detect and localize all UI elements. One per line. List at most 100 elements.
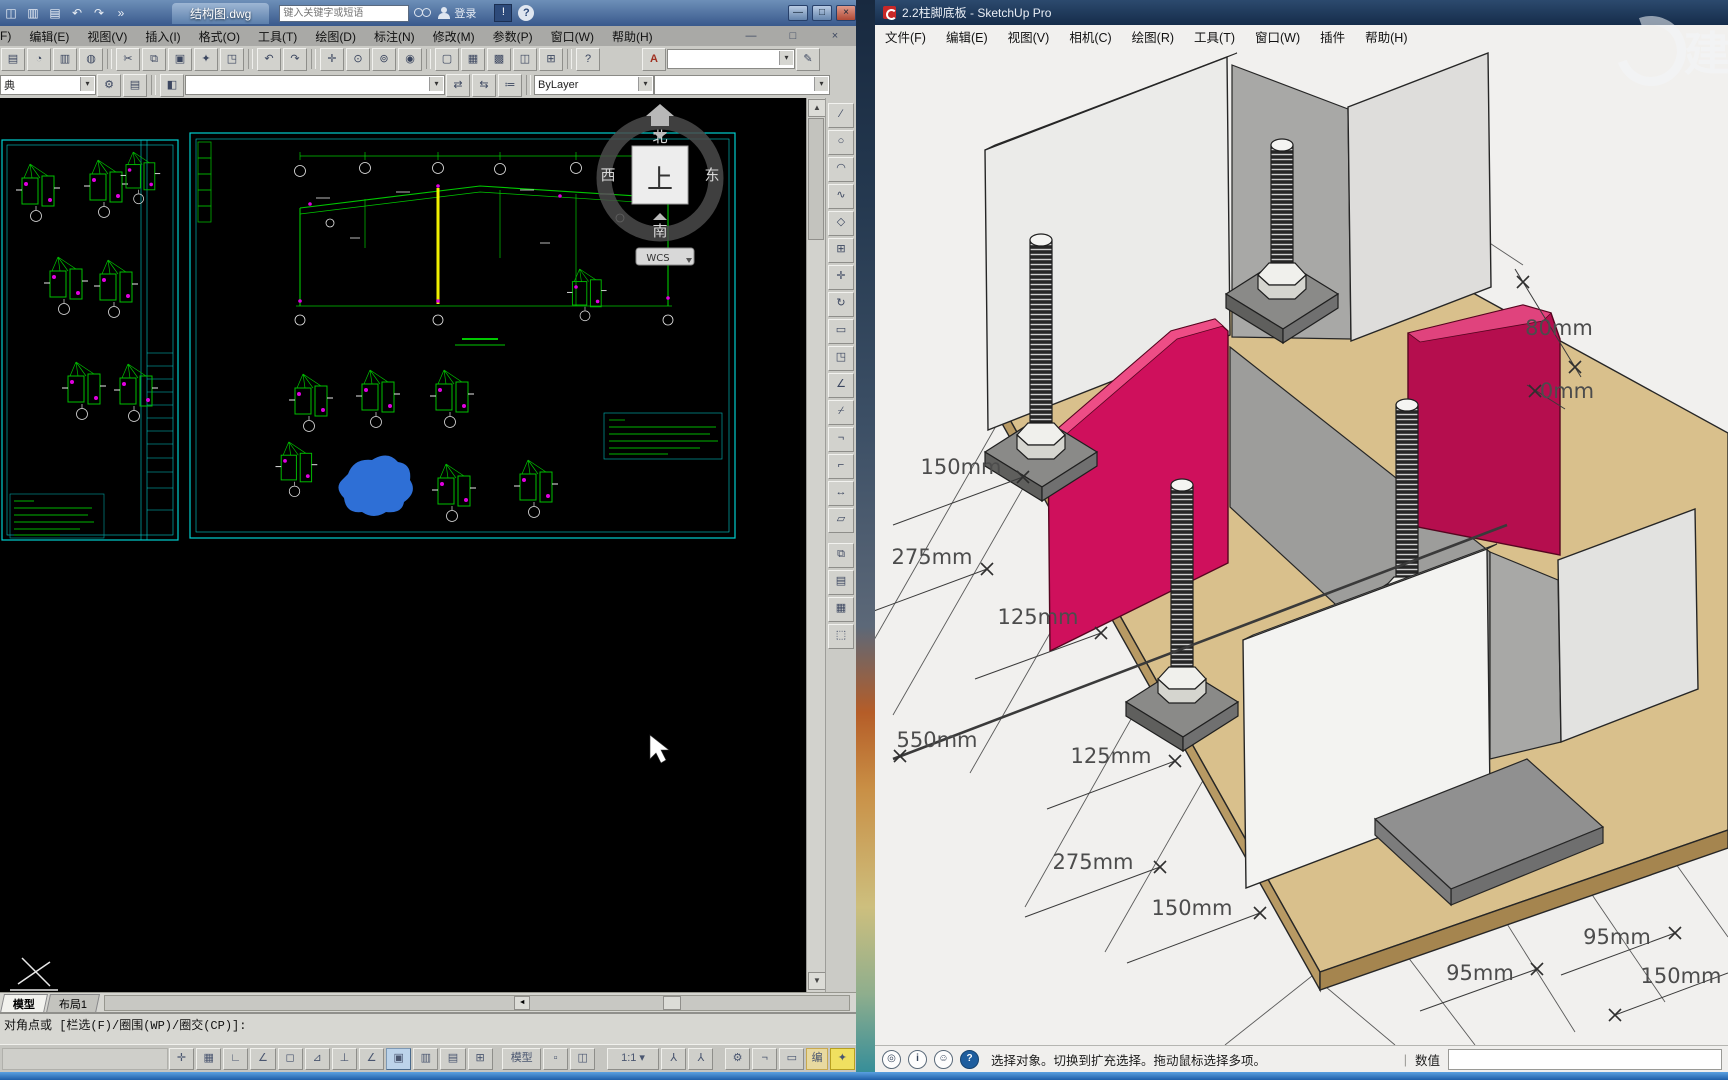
tb-layer-states-icon[interactable]: ⇆ xyxy=(472,74,496,97)
view-compass[interactable]: 上 北 南 西 东 WCS xyxy=(600,104,719,265)
tb-layer-isolate-icon[interactable]: ≔ xyxy=(498,74,522,97)
claim-credit-icon[interactable]: ☺ xyxy=(934,1050,953,1069)
su-menu-file[interactable]: 文件(F) xyxy=(875,27,936,46)
qat-plot-icon[interactable]: ▤ xyxy=(45,4,65,22)
tb-paste-icon[interactable]: ▣ xyxy=(168,48,192,71)
rt-chamfer-icon[interactable]: ¬ xyxy=(828,427,854,452)
rt-scale-icon[interactable]: ↻ xyxy=(828,292,854,317)
lwt-toggle[interactable]: ▣ xyxy=(386,1048,411,1070)
lock-ui-icon[interactable]: ¬ xyxy=(752,1048,777,1070)
menu-help[interactable]: 帮助(H) xyxy=(603,28,662,45)
ime-badge[interactable]: 编 xyxy=(806,1048,827,1070)
command-line[interactable]: 对角点或 [栏选(F)/圈围(WP)/圈交(CP)]: xyxy=(0,1012,856,1044)
tb-undo-icon[interactable]: ↶ xyxy=(257,48,281,71)
tb-layer-prev-icon[interactable]: ⇄ xyxy=(446,74,470,97)
tb-help-icon[interactable]: ? xyxy=(576,48,600,71)
tb-workspace-save-icon[interactable]: ▤ xyxy=(123,74,147,97)
qat-new-icon[interactable]: ◫ xyxy=(1,4,21,22)
tb-layer-properties-icon[interactable]: ◧ xyxy=(160,74,184,97)
tab-model[interactable]: 模型 xyxy=(0,994,48,1013)
statusbar-gear-icon[interactable]: ⚙ xyxy=(725,1048,750,1070)
menu-dimension[interactable]: 标注(N) xyxy=(365,28,424,45)
canvas-vscrollbar[interactable]: ▲ ▼ xyxy=(806,98,825,992)
window-minimize-button[interactable]: — xyxy=(788,5,808,21)
rt-move-icon[interactable]: ⊞ xyxy=(828,238,854,263)
annotation-scale-button[interactable]: 1:1 ▾ xyxy=(607,1048,659,1070)
rt-join-icon[interactable]: ↔ xyxy=(828,481,854,506)
grid-toggle[interactable]: ▦ xyxy=(196,1048,221,1070)
menu-format[interactable]: 格式(O) xyxy=(190,28,249,45)
polar-toggle[interactable]: ∠ xyxy=(250,1048,275,1070)
doc-close-button[interactable]: × xyxy=(815,26,855,47)
workspace-dropdown[interactable]: 典▾ xyxy=(0,75,96,95)
quickview-layouts-icon[interactable]: ▫ xyxy=(543,1048,568,1070)
tb-annotation-icon[interactable]: A xyxy=(642,48,666,71)
rt-extend-icon[interactable]: ∠ xyxy=(828,373,854,398)
tb-3dconnect-icon[interactable]: ◍ xyxy=(79,48,103,71)
rt-erase-icon[interactable]: ∕ xyxy=(828,103,854,128)
window-close-button[interactable]: × xyxy=(836,5,856,21)
ortho-toggle[interactable]: ∟ xyxy=(223,1048,248,1070)
menu-parametric[interactable]: 参数(P) xyxy=(484,28,542,45)
exchange-badge-icon[interactable]: ! xyxy=(494,4,512,22)
qat-overflow-icon[interactable]: » xyxy=(111,4,131,22)
su-menu-plugins[interactable]: 插件 xyxy=(1310,27,1355,46)
su-menu-tools[interactable]: 工具(T) xyxy=(1184,27,1245,46)
signin-link[interactable]: 登录 xyxy=(454,5,476,21)
tb-toolpalettes-icon[interactable]: ▩ xyxy=(487,48,511,71)
tb-matchprops-icon[interactable]: ✦ xyxy=(194,48,218,71)
su-menu-edit[interactable]: 编辑(E) xyxy=(936,27,998,46)
su-menu-camera[interactable]: 相机(C) xyxy=(1059,27,1121,46)
color-control-dropdown[interactable]: ByLayer▾ xyxy=(534,75,654,95)
canvas-hscrollbar[interactable]: ◄ xyxy=(104,995,850,1011)
menu-tools[interactable]: 工具(T) xyxy=(249,28,306,45)
sc-toggle[interactable]: ⊞ xyxy=(468,1048,493,1070)
tb-copy-icon[interactable]: ⧉ xyxy=(142,48,166,71)
model-space-button[interactable]: 模型 xyxy=(502,1048,541,1070)
help-icon[interactable]: ? xyxy=(518,5,534,21)
cleanscreen-icon[interactable]: ▭ xyxy=(779,1048,804,1070)
sketchup-titlebar[interactable]: 2.2柱脚底板 - SketchUp Pro xyxy=(875,0,1728,25)
tb-zoom-window-icon[interactable]: ⊚ xyxy=(372,48,396,71)
tb-calculator-icon[interactable]: ⊞ xyxy=(539,48,563,71)
hscroll-left-icon[interactable]: ◄ xyxy=(514,996,530,1010)
qp-toggle[interactable]: ▤ xyxy=(440,1048,465,1070)
rt-break-icon[interactable]: ⌿ xyxy=(828,400,854,425)
autocad-model-space[interactable]: 上 北 南 西 东 WCS xyxy=(0,98,806,992)
rt-explode-icon[interactable]: ▱ xyxy=(828,508,854,533)
tb-blockeditor-icon[interactable]: ◳ xyxy=(220,48,244,71)
vscroll-thumb[interactable] xyxy=(808,118,824,240)
menu-edit[interactable]: 编辑(E) xyxy=(20,28,78,45)
qat-save-icon[interactable]: ▥ xyxy=(23,4,43,22)
osnap-toggle[interactable]: ◻ xyxy=(278,1048,303,1070)
rt-trim-icon[interactable]: ◳ xyxy=(828,346,854,371)
compass-south[interactable]: 南 xyxy=(652,222,667,240)
menu-draw[interactable]: 绘图(D) xyxy=(306,28,365,45)
tb-preview-icon[interactable]: ◔ xyxy=(27,48,51,71)
sketchup-viewport[interactable]: 80mm 0mm 150mm 275mm 125mm 550mm 125mm 2… xyxy=(875,47,1728,1045)
layer-dropdown[interactable]: ▾ xyxy=(185,75,445,95)
binoculars-icon[interactable] xyxy=(414,7,430,19)
highlighted-tool-icon[interactable]: ✦ xyxy=(830,1048,855,1070)
measurement-input[interactable] xyxy=(1448,1049,1722,1070)
linetype-control-dropdown[interactable]: ▾ xyxy=(654,75,830,95)
window-restore-button[interactable]: □ xyxy=(812,5,832,21)
rt-text-icon[interactable]: ▦ xyxy=(828,597,854,622)
menu-file[interactable]: F) xyxy=(0,29,20,43)
autoscale-icon[interactable]: ⅄ xyxy=(688,1048,713,1070)
menu-modify[interactable]: 修改(M) xyxy=(424,28,484,45)
doc-restore-button[interactable]: □ xyxy=(773,26,813,47)
doc-minimize-button[interactable]: — xyxy=(731,26,771,47)
menu-insert[interactable]: 插入(I) xyxy=(136,28,189,45)
document-title[interactable]: 结构图.dwg xyxy=(172,3,269,24)
rt-copy2-icon[interactable]: ⧉ xyxy=(828,543,854,568)
scroll-up-icon[interactable]: ▲ xyxy=(808,99,826,117)
rt-fillet-icon[interactable]: ⌐ xyxy=(828,454,854,479)
tpy-toggle[interactable]: ▥ xyxy=(413,1048,438,1070)
tb-sheetset-icon[interactable]: ◫ xyxy=(513,48,537,71)
tb-zoom-realtime-icon[interactable]: ⊙ xyxy=(346,48,370,71)
annotation-visibility-icon[interactable]: ⅄ xyxy=(661,1048,686,1070)
help-circle-icon[interactable]: ? xyxy=(960,1050,979,1069)
tb-cut-icon[interactable]: ✂ xyxy=(116,48,140,71)
rt-stretch-icon[interactable]: ▭ xyxy=(828,319,854,344)
